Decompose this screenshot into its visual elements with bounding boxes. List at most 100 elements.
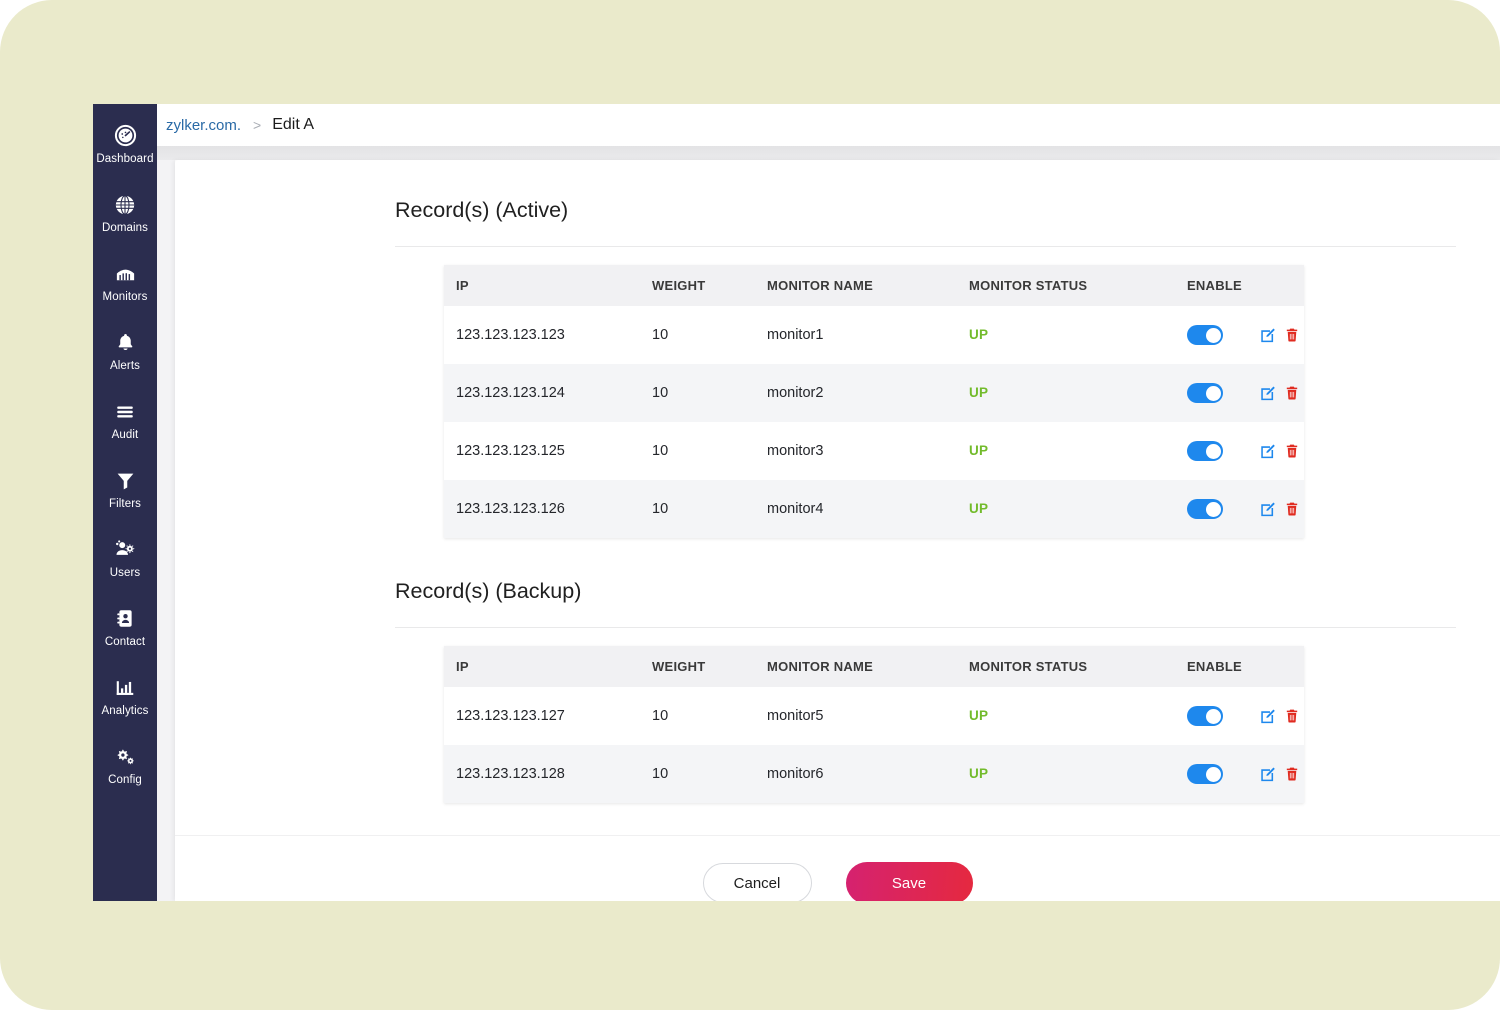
users-gear-icon (113, 538, 137, 562)
content-left-gutter (157, 160, 175, 901)
table-row: 123.123.123.127 10 monitor5 UP (444, 687, 1304, 745)
breadcrumb-separator-icon: > (253, 117, 262, 133)
trash-icon[interactable] (1284, 501, 1300, 517)
sidebar-item-label: Analytics (101, 704, 149, 717)
section-active: Record(s) (Active) IP WEIGHT MONITOR NAM… (175, 160, 1500, 538)
cell-actions (1259, 480, 1304, 538)
cell-monitor-name: monitor5 (755, 687, 957, 745)
table-row: 123.123.123.123 10 monitor1 UP (444, 306, 1304, 364)
column-header-actions (1259, 646, 1304, 687)
cell-weight: 10 (640, 480, 755, 538)
header-divider-rail (157, 146, 1500, 160)
cell-monitor-name: monitor4 (755, 480, 957, 538)
address-book-icon (113, 607, 137, 631)
enable-toggle[interactable] (1187, 706, 1223, 726)
trash-icon[interactable] (1284, 766, 1300, 782)
enable-toggle[interactable] (1187, 383, 1223, 403)
sidebar-item-users[interactable]: Users (93, 524, 157, 593)
sidebar-item-label: Monitors (102, 290, 148, 303)
sidebar-item-monitors[interactable]: Monitors (93, 248, 157, 317)
column-header-weight: WEIGHT (640, 646, 755, 687)
table-row: 123.123.123.124 10 monitor2 UP (444, 364, 1304, 422)
cell-actions (1259, 364, 1304, 422)
edit-pencil-square-icon[interactable] (1259, 443, 1276, 460)
enable-toggle[interactable] (1187, 325, 1223, 345)
trash-icon[interactable] (1284, 443, 1300, 459)
list-lines-icon (113, 400, 137, 424)
sidebar-item-filters[interactable]: Filters (93, 455, 157, 524)
cell-actions (1259, 687, 1304, 745)
table-header-backup: IP WEIGHT MONITOR NAME MONITOR STATUS EN… (444, 646, 1304, 687)
status-badge: UP (969, 708, 989, 723)
cell-enable (1175, 480, 1259, 538)
status-badge: UP (969, 501, 989, 516)
sidebar-item-contact[interactable]: Contact (93, 593, 157, 662)
cell-enable (1175, 422, 1259, 480)
table-body-active: 123.123.123.123 10 monitor1 UP 123.123.123.1… (444, 306, 1304, 538)
table-row: 123.123.123.128 10 monitor6 UP (444, 745, 1304, 803)
gears-icon (113, 745, 137, 769)
cell-enable (1175, 687, 1259, 745)
edit-pencil-square-icon[interactable] (1259, 327, 1276, 344)
trash-icon[interactable] (1284, 708, 1300, 724)
sidebar-item-config[interactable]: Config (93, 731, 157, 800)
section-title-backup: Record(s) (Backup) (395, 579, 582, 603)
status-badge: UP (969, 385, 989, 400)
cell-enable (1175, 306, 1259, 364)
cell-actions (1259, 306, 1304, 364)
records-table-active: IP WEIGHT MONITOR NAME MONITOR STATUS EN… (444, 265, 1304, 538)
column-header-monitor-status: MONITOR STATUS (957, 646, 1175, 687)
sidebar-item-label: Config (108, 773, 142, 786)
sidebar-item-label: Contact (104, 635, 146, 648)
cell-enable (1175, 745, 1259, 803)
bar-chart-icon (113, 676, 137, 700)
sidebar-item-label: Users (109, 566, 141, 579)
section-title-active: Record(s) (Active) (395, 198, 569, 222)
table-row: 123.123.123.126 10 monitor4 UP (444, 480, 1304, 538)
breadcrumb-domain-link[interactable]: zylker.com. (166, 117, 241, 134)
table-header-row: IP WEIGHT MONITOR NAME MONITOR STATUS EN… (444, 265, 1304, 306)
cell-monitor-name: monitor1 (755, 306, 957, 364)
edit-pencil-square-icon[interactable] (1259, 385, 1276, 402)
save-button[interactable]: Save (845, 862, 973, 901)
edit-pencil-square-icon[interactable] (1259, 766, 1276, 783)
cell-monitor-name: monitor6 (755, 745, 957, 803)
column-header-actions (1259, 265, 1304, 306)
cell-monitor-status: UP (957, 364, 1175, 422)
cell-ip: 123.123.123.127 (444, 687, 640, 745)
sidebar-item-alerts[interactable]: Alerts (93, 317, 157, 386)
sidebar-item-label: Domains (101, 221, 149, 234)
cancel-button[interactable]: Cancel (702, 863, 812, 901)
bell-icon (113, 331, 137, 355)
server-rack-icon (113, 262, 137, 286)
cell-ip: 123.123.123.124 (444, 364, 640, 422)
enable-toggle[interactable] (1187, 499, 1223, 519)
page-title: Edit A (272, 116, 315, 133)
column-header-enable: ENABLE (1175, 265, 1259, 306)
gauge-icon (113, 124, 137, 148)
sidebar-item-domains[interactable]: Domains (93, 179, 157, 248)
table-body-backup: 123.123.123.127 10 monitor5 UP 123.123.123.1… (444, 687, 1304, 803)
edit-pencil-square-icon[interactable] (1259, 708, 1276, 725)
sidebar-item-audit[interactable]: Audit (93, 386, 157, 455)
sidebar-item-label: Filters (108, 497, 141, 510)
breadcrumb-bar: zylker.com. > Edit A (157, 104, 1500, 146)
cell-weight: 10 (640, 306, 755, 364)
sidebar-item-analytics[interactable]: Analytics (93, 662, 157, 731)
enable-toggle[interactable] (1187, 441, 1223, 461)
sidebar-item-label: Audit (111, 428, 139, 441)
status-badge: UP (969, 327, 989, 342)
cell-actions (1259, 422, 1304, 480)
table-header-row: IP WEIGHT MONITOR NAME MONITOR STATUS EN… (444, 646, 1304, 687)
column-header-enable: ENABLE (1175, 646, 1259, 687)
cell-weight: 10 (640, 422, 755, 480)
table-row: 123.123.123.125 10 monitor3 UP (444, 422, 1304, 480)
cell-monitor-status: UP (957, 687, 1175, 745)
trash-icon[interactable] (1284, 327, 1300, 343)
trash-icon[interactable] (1284, 385, 1300, 401)
cell-weight: 10 (640, 364, 755, 422)
column-header-monitor-status: MONITOR STATUS (957, 265, 1175, 306)
enable-toggle[interactable] (1187, 764, 1223, 784)
sidebar-item-dashboard[interactable]: Dashboard (93, 110, 157, 179)
edit-pencil-square-icon[interactable] (1259, 501, 1276, 518)
